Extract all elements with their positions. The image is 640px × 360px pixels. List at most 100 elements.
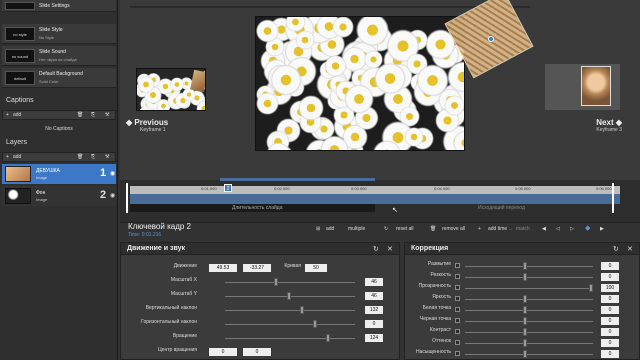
correction-checkbox[interactable] <box>455 329 460 334</box>
motion-slider-knob[interactable] <box>313 320 317 328</box>
correction-close-icon[interactable]: ✕ <box>627 245 633 253</box>
correction-slider-knob[interactable] <box>589 284 593 292</box>
correction-slider-knob[interactable] <box>523 339 527 347</box>
add-keyframe-button[interactable]: add <box>326 226 334 232</box>
motion-slider[interactable] <box>225 324 355 325</box>
remove-all-button[interactable]: remove all <box>442 226 465 232</box>
slide-settings-row[interactable]: Slide Settings <box>2 0 116 12</box>
motion-slider-knob[interactable] <box>287 292 291 300</box>
match-button[interactable]: match <box>516 226 530 232</box>
motion-close-icon[interactable]: ✕ <box>387 245 393 253</box>
layers-add-icon[interactable]: + <box>6 154 9 160</box>
captions-tools-icon[interactable]: ⚒ <box>105 112 109 118</box>
correction-value[interactable]: 0 <box>601 350 619 358</box>
add-time-icon[interactable]: + <box>478 226 481 232</box>
layers-delete-icon[interactable]: 🗑 <box>77 154 83 160</box>
layer-handle[interactable] <box>488 36 494 42</box>
main-slide-preview[interactable] <box>255 16 465 151</box>
correction-value[interactable]: 0 <box>601 328 619 336</box>
correction-value[interactable]: 0 <box>601 273 619 281</box>
reset-all-button[interactable]: reset all <box>396 226 414 232</box>
layer-row-1[interactable]: ДЕВУШКА Image 1 ◉ <box>2 164 116 184</box>
timeline-start-handle[interactable] <box>126 183 132 213</box>
correction-value[interactable]: 0 <box>601 317 619 325</box>
layer-row-2[interactable]: Фон Image 2 ◉ <box>2 186 116 206</box>
multiple-button[interactable]: multiple <box>348 226 365 232</box>
correction-value[interactable]: 0 <box>601 295 619 303</box>
correction-value[interactable]: 0 <box>601 339 619 347</box>
captions-copy-icon[interactable]: ⎘ <box>91 112 95 118</box>
add-keyframe-icon[interactable]: ⊞ <box>316 226 320 232</box>
keyframe-track[interactable] <box>130 194 620 204</box>
correction-slider[interactable] <box>465 310 593 311</box>
motion-reset-icon[interactable]: ↻ <box>373 245 379 253</box>
correction-slider[interactable] <box>465 288 593 289</box>
motion-value[interactable]: 46 <box>365 292 383 300</box>
correction-slider-knob[interactable] <box>523 262 527 270</box>
correction-checkbox[interactable] <box>455 340 460 345</box>
motion-slider-knob[interactable] <box>300 306 304 314</box>
previous-keyframe-thumbnail[interactable] <box>136 68 206 111</box>
add-time-button[interactable]: add time <box>488 226 507 232</box>
correction-slider-knob[interactable] <box>523 306 527 314</box>
correction-slider-knob[interactable] <box>523 328 527 336</box>
motion-slider[interactable] <box>225 282 355 283</box>
correction-checkbox[interactable] <box>455 263 460 268</box>
correction-slider[interactable] <box>465 321 593 322</box>
correction-checkbox[interactable] <box>455 307 460 312</box>
curve-value[interactable]: 50 <box>305 264 327 272</box>
captions-add-button[interactable]: add <box>13 112 21 118</box>
correction-checkbox[interactable] <box>455 274 460 279</box>
captions-add-icon[interactable]: + <box>6 112 9 118</box>
timeline-end-handle[interactable] <box>612 183 618 213</box>
next-keyframe-thumbnail[interactable] <box>545 64 620 110</box>
remove-icon[interactable]: 🗑 <box>430 226 436 232</box>
correction-slider-knob[interactable] <box>523 295 527 303</box>
next-keyframe-nav[interactable]: Next ◆ Keyframe 3 <box>582 118 622 133</box>
nav-last-icon[interactable]: ▶ <box>600 226 604 232</box>
motion-value[interactable]: 46 <box>365 278 383 286</box>
correction-slider[interactable] <box>465 266 593 267</box>
correction-slider-knob[interactable] <box>523 350 527 358</box>
layer-1-visibility-icon[interactable]: ◉ <box>110 170 115 177</box>
correction-value[interactable]: 0 <box>601 306 619 314</box>
correction-checkbox[interactable] <box>455 285 460 290</box>
motion-value-1[interactable]: 0 <box>209 348 237 356</box>
slide-sound-row[interactable]: no sound Slide Sound Нет звука на слайде <box>2 46 116 66</box>
timeline-range-top[interactable] <box>220 178 375 181</box>
layer-2-visibility-icon[interactable]: ◉ <box>110 192 115 199</box>
nav-next-icon[interactable]: ▷ <box>570 226 574 232</box>
motion-value-2[interactable]: 0 <box>243 348 271 356</box>
reset-icon[interactable]: ↻ <box>384 226 388 232</box>
correction-slider[interactable] <box>465 343 593 344</box>
correction-slider-knob[interactable] <box>523 317 527 325</box>
nav-first-icon[interactable]: ◀ <box>542 226 546 232</box>
correction-checkbox[interactable] <box>455 296 460 301</box>
keyframe-marker[interactable]: 2 <box>224 184 232 192</box>
default-background-row[interactable]: default Default Background Solid Color <box>2 68 116 88</box>
motion-value[interactable]: 132 <box>365 306 383 314</box>
motion-slider[interactable] <box>225 310 355 311</box>
correction-slider[interactable] <box>465 299 593 300</box>
correction-slider[interactable] <box>465 332 593 333</box>
correction-reset-icon[interactable]: ↻ <box>613 245 619 253</box>
motion-slider-knob[interactable] <box>274 278 278 286</box>
correction-slider[interactable] <box>465 277 593 278</box>
match-icon[interactable]: ↔ <box>508 226 513 232</box>
motion-value-1[interactable]: 49.53 <box>209 264 237 272</box>
correction-value[interactable]: 0 <box>601 262 619 270</box>
correction-slider[interactable] <box>465 354 593 355</box>
slide-style-row[interactable]: no style Slide Style No Style <box>2 24 116 44</box>
layers-tools-icon[interactable]: ⚒ <box>105 154 109 160</box>
correction-checkbox[interactable] <box>455 318 460 323</box>
keyframe-selected-icon[interactable]: ◆ <box>585 224 590 232</box>
motion-value-2[interactable]: -33.27 <box>243 264 271 272</box>
nav-prev-icon[interactable]: ◁ <box>556 226 560 232</box>
motion-slider[interactable] <box>225 338 355 339</box>
layers-add-button[interactable]: add <box>13 154 21 160</box>
correction-value[interactable]: 100 <box>601 284 619 292</box>
motion-value[interactable]: 0 <box>365 320 383 328</box>
layers-copy-icon[interactable]: ⎘ <box>91 154 95 160</box>
correction-slider-knob[interactable] <box>523 273 527 281</box>
correction-checkbox[interactable] <box>455 351 460 356</box>
